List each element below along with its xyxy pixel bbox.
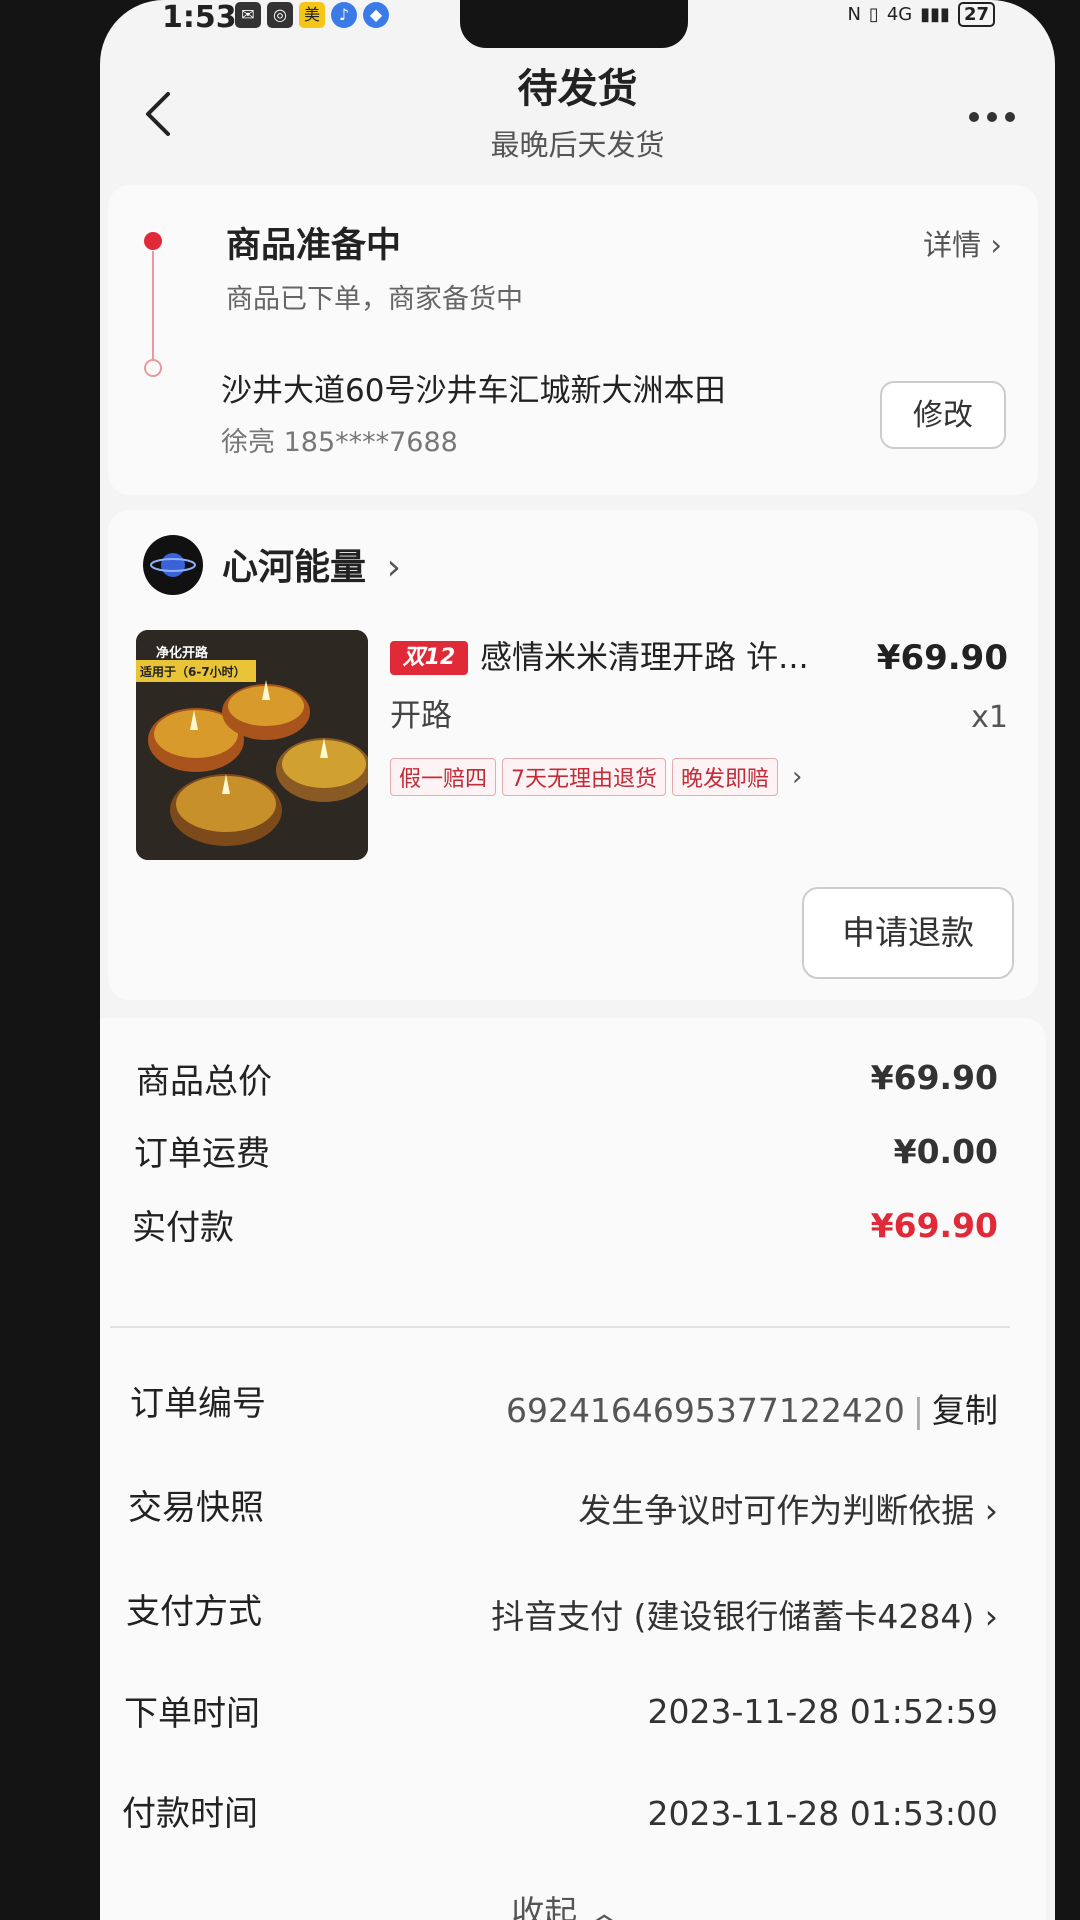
trade-snapshot-label: 交易快照 (128, 1488, 264, 1528)
order-number-label: 订单编号 (130, 1384, 266, 1424)
product-price: ¥69.90 (876, 638, 1008, 678)
page-subtitle: 最晚后天发货 (490, 128, 665, 162)
order-time-value: 2023-11-28 01:52:59 (647, 1692, 998, 1731)
shipping-fee-label: 订单运费 (134, 1134, 270, 1174)
badge-fake-compensation: 假一赔四 (390, 758, 497, 796)
request-refund-button[interactable]: 申请退款 (802, 887, 1014, 979)
chevron-right-icon: › (984, 1491, 998, 1530)
product-quantity: x1 (971, 700, 1008, 735)
paid-amount-label: 实付款 (132, 1208, 234, 1248)
payment-time-label: 付款时间 (122, 1794, 258, 1834)
shop-name: 心河能量 (222, 547, 367, 588)
service-badges[interactable]: 假一赔四 7天无理由退货 晚发即赔 › (390, 758, 802, 796)
signal-icon: ▮▮▮ (920, 4, 950, 25)
nfc-icon: N (847, 4, 861, 25)
shop-avatar[interactable] (143, 535, 203, 595)
app-icon: ◆ (363, 2, 389, 28)
timeline-dot-active (144, 232, 162, 250)
details-label: 详情 (923, 228, 982, 262)
payment-time-value: 2023-11-28 01:53:00 (647, 1794, 998, 1833)
paid-amount-value: ¥69.90 (870, 1206, 998, 1245)
product-variant: 开路 (390, 698, 452, 734)
order-number-value: 6924164695377122420 (505, 1391, 905, 1430)
chevron-right-icon: › (984, 1597, 998, 1636)
order-number-value-group: 6924164695377122420 | 复制 (505, 1391, 998, 1430)
divider (110, 1326, 1010, 1328)
shop-product-card: 心河能量 › 净化开路 适用于（6-7小时） 双12 感情米米清理开路 许...… (108, 510, 1038, 1000)
chevron-up-icon: ︿ (587, 1893, 621, 1920)
copy-button[interactable]: 复制 (932, 1391, 998, 1430)
camera-notch (460, 0, 688, 48)
modify-address-button[interactable]: 修改 (880, 381, 1006, 449)
wechat-icon: ◎ (267, 2, 293, 28)
payment-method-value: 抖音支付 (建设银行储蓄卡4284) (491, 1597, 975, 1636)
network-label: 4G (886, 4, 913, 25)
product-thumbnail[interactable]: 净化开路 适用于（6-7小时） (136, 630, 368, 860)
vibrate-icon: ▯ (868, 4, 879, 25)
collapse-button[interactable]: 收起 ︿ (100, 1886, 1046, 1920)
shipping-fee-value: ¥0.00 (893, 1132, 998, 1171)
meituan-icon: 美 (299, 2, 325, 28)
phone-screen: 1:53 ✉ ◎ 美 ♪ ◆ N ▯ 4G ▮▮▮ 27 待发货 最晚后天发货 … (100, 0, 1055, 1920)
thumb-text-1: 净化开路 (156, 646, 209, 661)
product-title[interactable]: 感情米米清理开路 许... (480, 632, 860, 678)
timeline-line (152, 251, 154, 359)
total-price-label: 商品总价 (136, 1062, 272, 1102)
chevron-right-icon: › (792, 762, 803, 792)
details-link[interactable]: 详情 › (923, 222, 1002, 264)
payment-method-value-group: 抖音支付 (建设银行储蓄卡4284) › (491, 1590, 998, 1638)
order-time-label: 下单时间 (124, 1694, 260, 1734)
trade-snapshot-value: 发生争议时可作为判断依据 (578, 1491, 975, 1530)
recipient-contact: 徐亮 185****7688 (221, 427, 458, 458)
page-title: 待发货 (517, 66, 638, 112)
status-title: 商品准备中 (226, 226, 402, 266)
chevron-right-icon: › (386, 547, 401, 588)
shipping-status-card: 商品准备中 商品已下单，商家备货中 详情 › 沙井大道60号沙井车汇城新大洲本田… (108, 185, 1038, 495)
badge-7day-return: 7天无理由退货 (502, 758, 667, 796)
notification-icons: ✉ ◎ 美 ♪ ◆ (235, 2, 389, 28)
collapse-label: 收起 (511, 1893, 578, 1920)
chevron-right-icon: › (990, 228, 1002, 262)
promo-tag: 双12 (390, 641, 468, 675)
badge-late-compensation: 晚发即赔 (672, 758, 779, 796)
planet-icon (150, 553, 196, 577)
status-time: 1:53 (162, 0, 237, 35)
payment-method-label: 支付方式 (126, 1592, 262, 1632)
music-icon: ♪ (331, 2, 357, 28)
system-icons: N ▯ 4G ▮▮▮ 27 (847, 2, 995, 27)
total-price-value: ¥69.90 (870, 1058, 998, 1097)
battery-icon: 27 (957, 2, 995, 27)
shipping-address: 沙井大道60号沙井车汇城新大洲本田 (221, 373, 726, 409)
order-summary-card: 商品总价 ¥69.90 订单运费 ¥0.00 实付款 ¥69.90 订单编号 6… (100, 1018, 1046, 1920)
trade-snapshot-value-group: 发生争议时可作为判断依据 › (578, 1484, 998, 1532)
thumb-text-2: 适用于（6-7小时） (140, 665, 246, 679)
timeline-dot-address (144, 359, 162, 377)
mail-icon: ✉ (235, 2, 261, 28)
more-options-icon[interactable] (969, 112, 1015, 122)
status-description: 商品已下单，商家备货中 (226, 284, 523, 315)
shop-name-link[interactable]: 心河能量 › (222, 538, 401, 590)
